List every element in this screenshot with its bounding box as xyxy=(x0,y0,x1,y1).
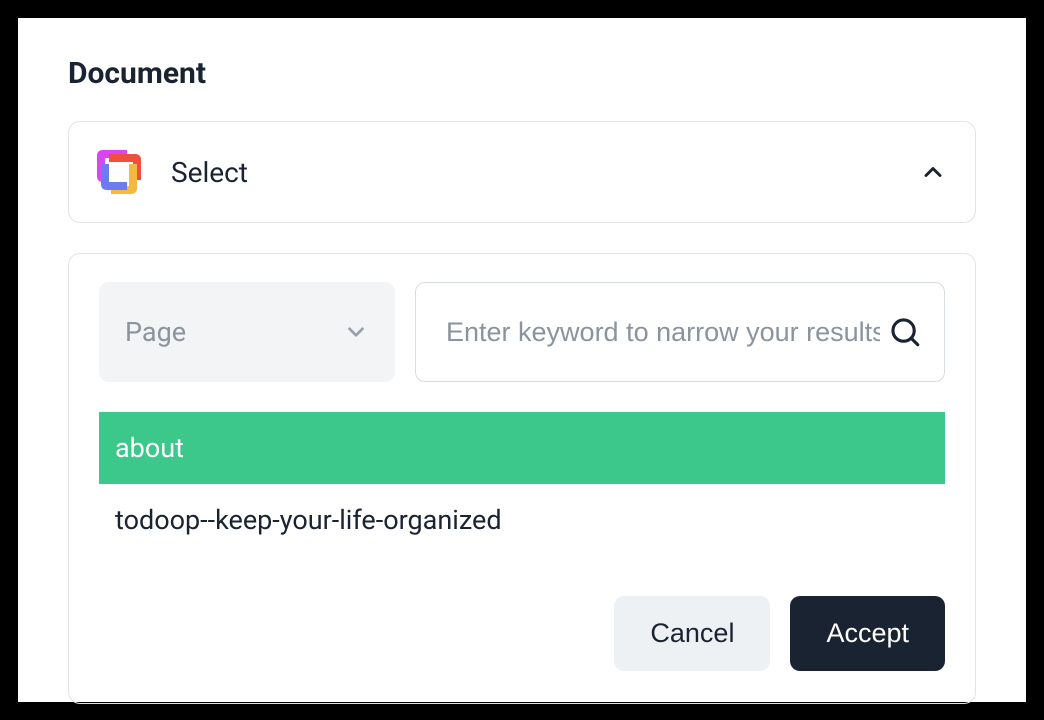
select-label: Select xyxy=(171,156,919,189)
chevron-down-icon xyxy=(343,319,369,345)
cancel-button[interactable]: Cancel xyxy=(614,596,770,671)
shortcut-logo-icon xyxy=(91,144,147,200)
page-title: Document xyxy=(68,56,976,91)
filter-row: Page xyxy=(99,282,945,382)
button-row: Cancel Accept xyxy=(99,596,945,671)
document-select-trigger[interactable]: Select xyxy=(68,121,976,223)
chevron-up-icon xyxy=(919,158,947,186)
page-type-select[interactable]: Page xyxy=(99,282,395,382)
page-type-label: Page xyxy=(125,316,343,348)
search-box xyxy=(415,282,945,382)
dialog-container: Document Select Page xyxy=(18,18,1026,702)
accept-button[interactable]: Accept xyxy=(790,596,945,671)
list-item[interactable]: todoop--keep-your-life-organized xyxy=(99,484,945,556)
search-icon xyxy=(888,315,922,349)
list-item[interactable]: about xyxy=(99,412,945,484)
search-input[interactable] xyxy=(446,317,880,348)
dropdown-panel: Page about todoop--keep-your-life-org xyxy=(68,253,976,704)
